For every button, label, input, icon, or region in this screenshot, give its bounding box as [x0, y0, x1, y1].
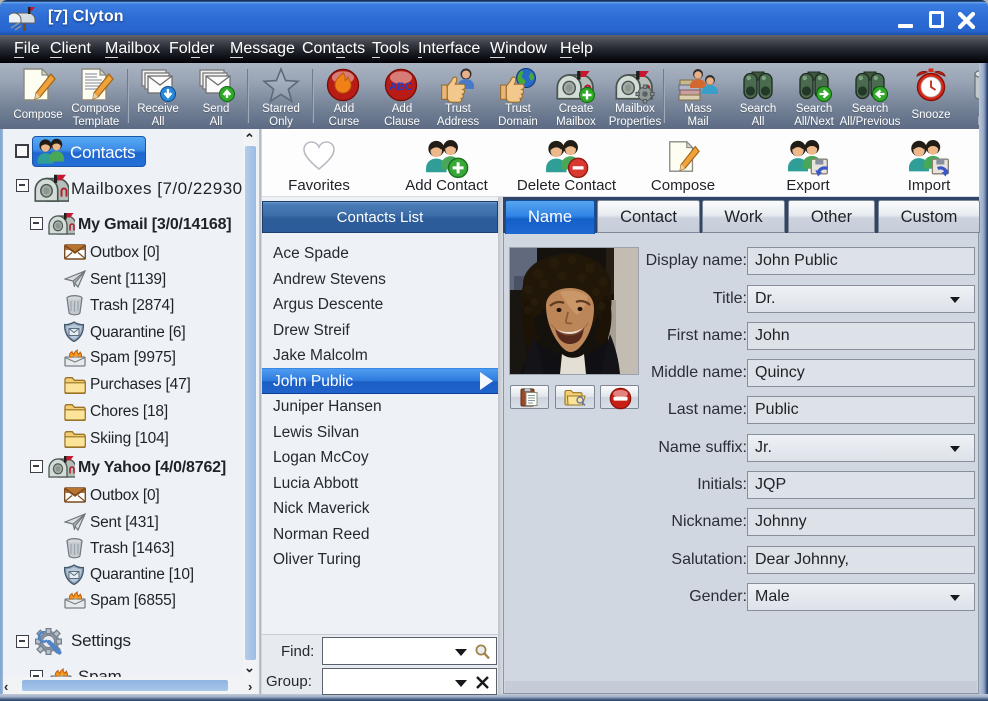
svg-text:ABC: ABC — [389, 81, 413, 93]
